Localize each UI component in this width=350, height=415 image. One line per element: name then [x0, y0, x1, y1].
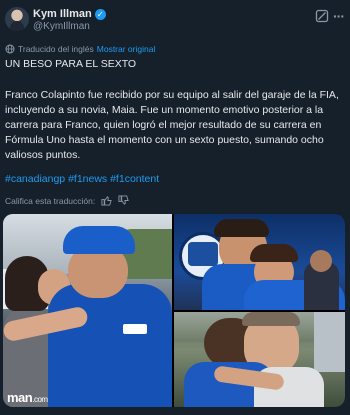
- author-name[interactable]: Kym Illman: [33, 8, 92, 20]
- watermark-text: man: [7, 390, 33, 405]
- globe-icon: [5, 44, 15, 54]
- post-body: Franco Colapinto fue recibido por su equ…: [5, 89, 339, 161]
- thumbs-up-icon[interactable]: [101, 195, 112, 206]
- hashtags: #canadiangp #f1news #f1content: [5, 173, 159, 185]
- rate-translation-label: Califica esta traducción:: [5, 195, 96, 206]
- post-title: UN BESO PARA EL SEXTO: [5, 58, 137, 70]
- media-watermark: man.com: [7, 390, 48, 405]
- author-handle[interactable]: @KymIllman: [33, 21, 90, 32]
- photo-kiss[interactable]: [3, 214, 172, 407]
- translated-from-label: Traducido del inglés: [18, 44, 94, 54]
- avatar[interactable]: [5, 7, 29, 31]
- watermark-suffix: .com: [32, 395, 48, 404]
- show-original-link[interactable]: Mostrar original: [97, 44, 156, 54]
- photo-team-hug[interactable]: [174, 214, 345, 310]
- photo-father-hug[interactable]: [174, 312, 345, 407]
- media-grid: man.com: [3, 214, 345, 407]
- author-name-row[interactable]: Kym Illman ✓: [33, 8, 106, 20]
- grok-icon[interactable]: [315, 9, 329, 23]
- translation-bar: Traducido del inglés Mostrar original: [5, 44, 155, 54]
- more-icon[interactable]: ···: [333, 8, 345, 24]
- hashtag-link[interactable]: #canadiangp: [5, 173, 65, 185]
- rate-translation-row: Califica esta traducción:: [5, 195, 129, 206]
- thumbs-down-icon[interactable]: [118, 195, 129, 206]
- hashtag-link[interactable]: #f1content: [110, 173, 159, 185]
- verified-badge-icon: ✓: [94, 8, 106, 20]
- hashtag-link[interactable]: #f1news: [68, 173, 107, 185]
- post-header: Kym Illman ✓ @KymIllman ···: [0, 0, 350, 36]
